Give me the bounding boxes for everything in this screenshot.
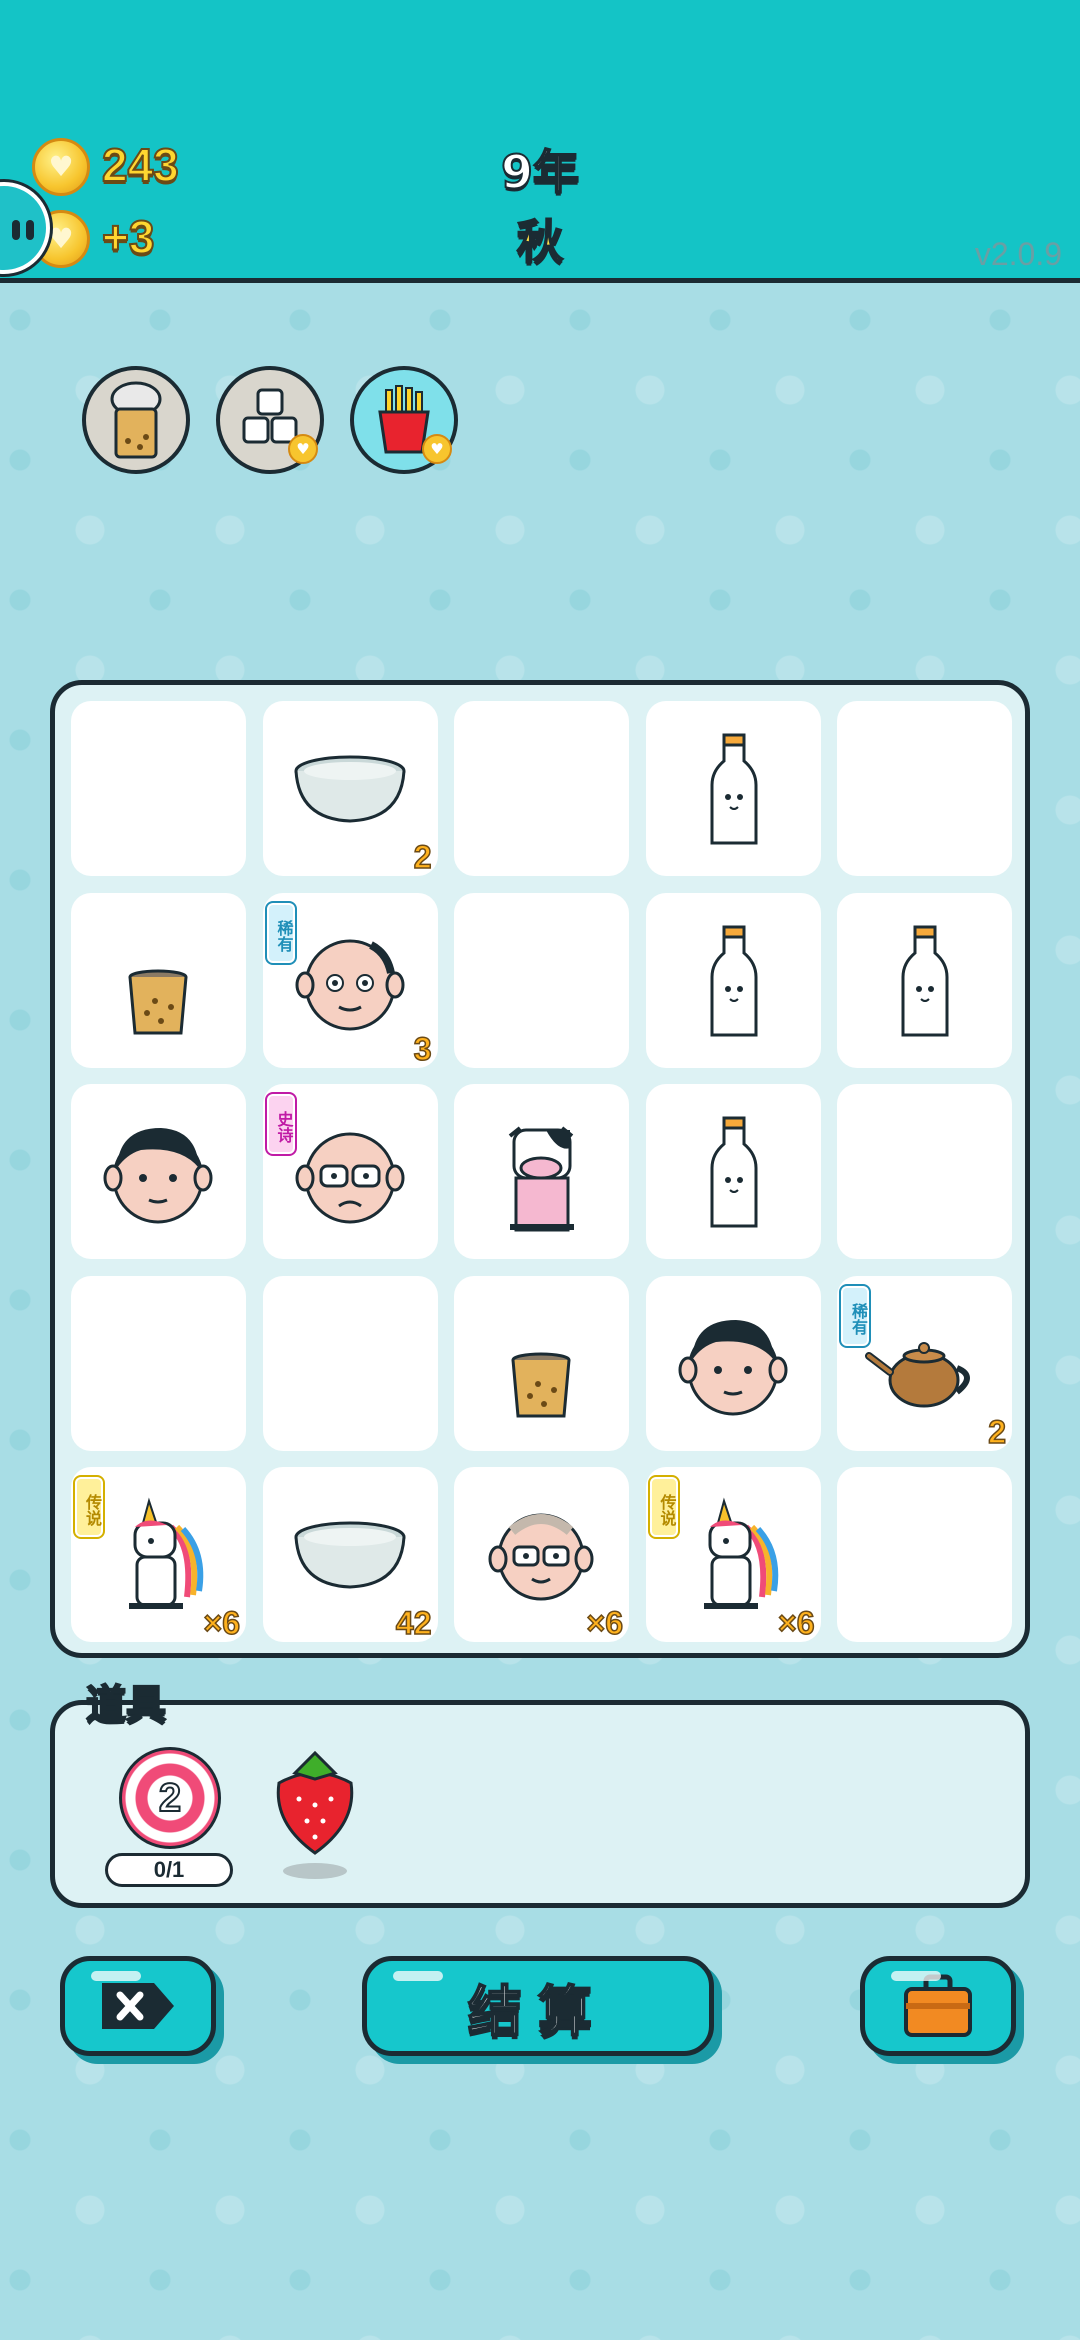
close-icon — [102, 1983, 174, 2029]
bubble-tea-cup-icon[interactable] — [71, 893, 246, 1068]
item-count: ×6 — [586, 1604, 624, 1642]
board-cell[interactable] — [454, 892, 629, 1068]
board-cell[interactable] — [645, 1275, 821, 1451]
order-bubble-tea[interactable] — [82, 366, 190, 474]
board-cell[interactable] — [454, 701, 629, 876]
target-prop-count: 2 — [158, 1775, 182, 1821]
milk-bottle-icon[interactable] — [837, 893, 1012, 1068]
board-cell[interactable]: 稀有 2 — [837, 1275, 1012, 1451]
target-prop-button[interactable]: 2 — [119, 1747, 221, 1849]
board-cell[interactable] — [262, 1275, 438, 1451]
rarity-tag: 传说 — [75, 1477, 103, 1537]
board-cell[interactable]: 传说 ×6 — [645, 1467, 821, 1642]
rarity-tag: 稀有 — [266, 902, 295, 963]
young-man-icon[interactable] — [71, 1084, 246, 1259]
item-count: ×6 — [777, 1604, 815, 1642]
item-count: 2 — [987, 1413, 1006, 1451]
inventory-button[interactable] — [860, 1956, 1016, 2056]
year-label: 9年 — [500, 144, 580, 200]
props-panel: 2 0/1 — [50, 1700, 1030, 1908]
settle-button[interactable]: 结算 — [362, 1956, 714, 2056]
rarity-tag: 史诗 — [266, 1094, 295, 1154]
board-cell[interactable] — [837, 892, 1012, 1068]
target-prop-progress: 0/1 — [105, 1853, 233, 1887]
bubble-tea-cup-icon[interactable] — [454, 1276, 629, 1451]
board-cell[interactable] — [837, 1467, 1012, 1642]
board-cell[interactable] — [454, 1275, 629, 1451]
briefcase-icon — [904, 1974, 972, 2037]
bubble-tea-with-lid-icon — [110, 381, 162, 459]
item-count: 42 — [395, 1604, 432, 1642]
board-cell[interactable]: 传说 ×6 — [71, 1467, 246, 1642]
props-title: 道具 — [85, 1681, 167, 1729]
board-cell[interactable]: 2 — [262, 701, 438, 876]
young-man-icon[interactable] — [646, 1276, 821, 1451]
board-cell[interactable] — [454, 1084, 629, 1259]
order-heart-badge: ♥ — [422, 434, 452, 464]
milk-bottle-icon[interactable] — [646, 893, 821, 1068]
milk-bottle-icon[interactable] — [646, 701, 821, 876]
board-cell[interactable] — [837, 1084, 1012, 1259]
settle-button-label: 结算 — [467, 1979, 608, 2044]
order-fries[interactable]: ♥ — [350, 366, 458, 474]
item-count: 3 — [413, 1030, 432, 1068]
board-cell[interactable]: 史诗 — [262, 1084, 438, 1259]
board-cell[interactable]: 稀有 3 — [262, 892, 438, 1068]
coin-icon: ♥ — [32, 138, 90, 196]
item-count: ×6 — [203, 1604, 241, 1642]
merge-board: 2 稀有 3 史诗 稀有 2 传说 ×6 42 ×6 传说 ×6 — [50, 680, 1030, 1658]
board-cell[interactable] — [71, 892, 246, 1068]
rarity-tag: 传说 — [649, 1477, 678, 1537]
order-heart-badge: ♥ — [288, 434, 318, 464]
version-label: v2.0.9 — [974, 236, 1062, 272]
rarity-tag: 稀有 — [841, 1285, 869, 1346]
board-cell[interactable] — [645, 1084, 821, 1259]
close-button[interactable] — [60, 1956, 216, 2056]
strawberry-icon[interactable] — [265, 1743, 365, 1883]
coin-count: 243 — [101, 138, 180, 192]
cow-icon[interactable] — [454, 1084, 629, 1259]
season-label: 秋 — [516, 214, 564, 270]
board-cell[interactable]: ×6 — [454, 1467, 629, 1642]
milk-bottle-icon[interactable] — [646, 1084, 821, 1259]
order-sugar-cubes[interactable]: ♥ — [216, 366, 324, 474]
board-cell[interactable] — [645, 892, 821, 1068]
board-cell[interactable]: 42 — [262, 1467, 438, 1642]
bowl-icon[interactable] — [263, 701, 438, 876]
top-bar: ♥ 243 ♥ +3 9年 秋 v2.0.9 — [0, 0, 1080, 283]
board-cell[interactable] — [71, 701, 246, 876]
item-count: 2 — [413, 838, 432, 876]
income-value: +3 — [101, 210, 155, 264]
board-cell[interactable] — [71, 1275, 246, 1451]
board-cell[interactable] — [71, 1084, 246, 1259]
board-cell[interactable] — [837, 701, 1012, 876]
board-cell[interactable] — [645, 701, 821, 876]
